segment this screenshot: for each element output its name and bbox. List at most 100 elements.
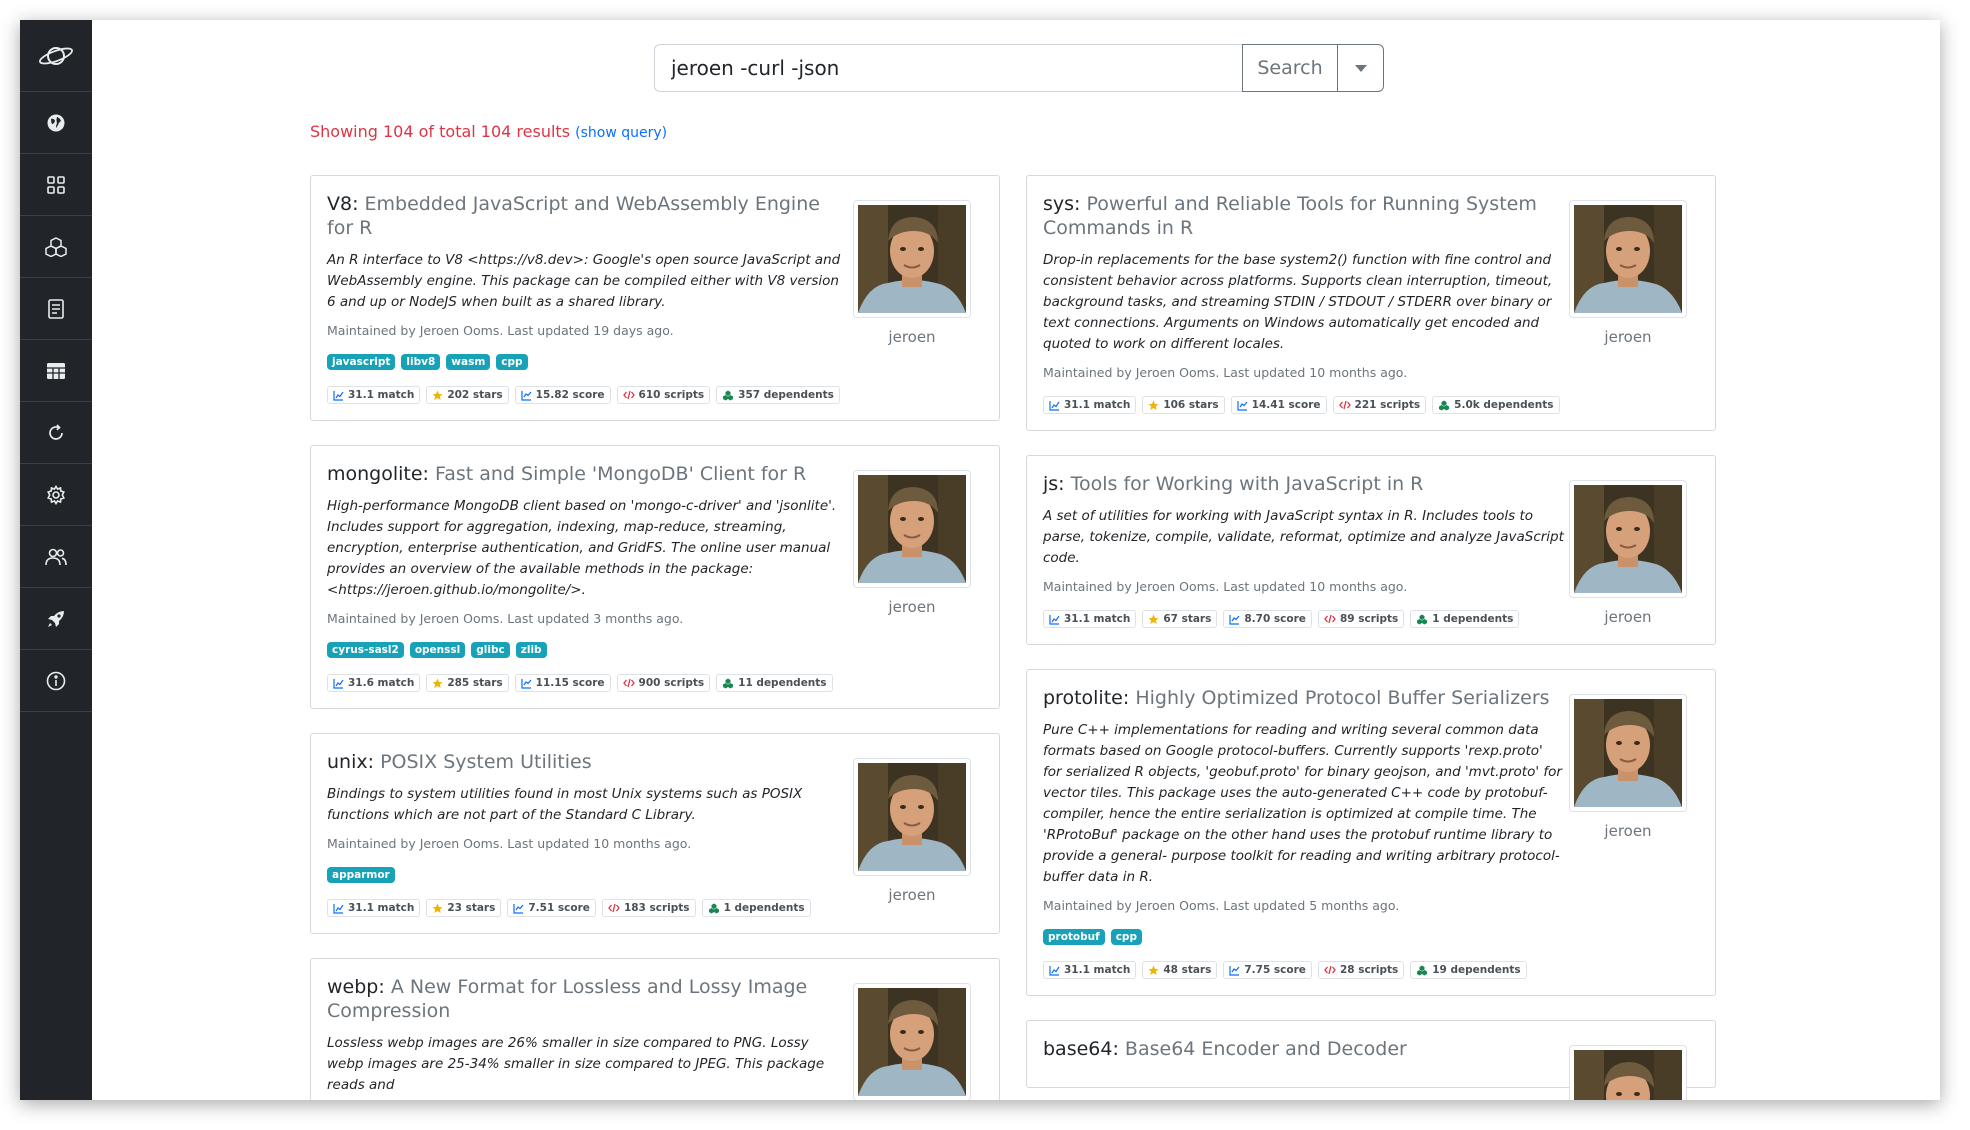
stat-match[interactable]: 31.1 match	[1043, 961, 1137, 979]
stat-scripts[interactable]: 221 scripts	[1332, 396, 1427, 414]
rocket-icon[interactable]	[20, 588, 92, 650]
maintainer-username[interactable]: jeroen	[853, 598, 971, 616]
package-maintainer: Maintained by Jeroen Ooms. Last updated …	[1043, 365, 1408, 380]
stat-scripts[interactable]: 610 scripts	[616, 386, 711, 404]
package-title[interactable]: A New Format for Lossless and Lossy Imag…	[327, 976, 807, 1022]
topic-tag[interactable]: protobuf	[1043, 929, 1105, 945]
package-name[interactable]: js:	[1043, 473, 1065, 495]
stat-scripts[interactable]: 28 scripts	[1317, 961, 1405, 979]
stat-match[interactable]: 31.1 match	[1043, 610, 1137, 628]
maintainer-username[interactable]: jeroen	[1569, 328, 1687, 346]
maintainer-username[interactable]: jeroen	[1569, 608, 1687, 626]
stat-score[interactable]: 7.75 score	[1223, 961, 1312, 979]
package-title[interactable]: Powerful and Reliable Tools for Running …	[1043, 193, 1537, 239]
avatar[interactable]	[853, 200, 971, 318]
info-icon[interactable]	[20, 650, 92, 712]
stat-stars[interactable]: 23 stars	[426, 899, 502, 917]
stat-dependents[interactable]: 11 dependents	[716, 674, 833, 692]
dependents-icon	[1438, 400, 1450, 411]
planet-logo-icon[interactable]	[20, 20, 92, 92]
dependents-icon	[708, 903, 720, 914]
topic-tag[interactable]: cpp	[1110, 929, 1142, 945]
stat-match[interactable]: 31.1 match	[327, 899, 421, 917]
stat-stars[interactable]: 67 stars	[1142, 610, 1218, 628]
topic-tag[interactable]: openssl	[409, 642, 466, 658]
search-button[interactable]: Search	[1242, 44, 1338, 92]
avatar[interactable]	[853, 983, 971, 1100]
stat-score[interactable]: 11.15 score	[514, 674, 611, 692]
avatar[interactable]	[1569, 480, 1687, 598]
maintainer-username[interactable]: jeroen	[853, 328, 971, 346]
topic-tag[interactable]: javascript	[327, 354, 396, 370]
maintainer-username[interactable]: jeroen	[1569, 822, 1687, 840]
search-options-dropdown[interactable]	[1338, 44, 1384, 92]
package-title[interactable]: Tools for Working with JavaScript in R	[1071, 473, 1424, 495]
package-name[interactable]: protolite:	[1043, 687, 1129, 709]
stat-match[interactable]: 31.1 match	[1043, 396, 1137, 414]
grid-icon[interactable]	[20, 154, 92, 216]
package-title[interactable]: POSIX System Utilities	[380, 751, 592, 773]
main-content: Search Showing 104 of total 104 results …	[92, 20, 1940, 1100]
topic-tag[interactable]: libv8	[401, 354, 441, 370]
avatar[interactable]	[853, 470, 971, 588]
stat-stars[interactable]: 48 stars	[1142, 961, 1218, 979]
stat-dependents[interactable]: 19 dependents	[1410, 961, 1527, 979]
topic-tag[interactable]: glibc	[471, 642, 510, 658]
package-name[interactable]: V8:	[327, 193, 359, 215]
avatar[interactable]	[1569, 1045, 1687, 1100]
refresh-icon[interactable]	[20, 402, 92, 464]
stat-stars[interactable]: 202 stars	[426, 386, 509, 404]
avatar[interactable]	[1569, 200, 1687, 318]
package-title[interactable]: Fast and Simple 'MongoDB' Client for R	[435, 463, 806, 485]
package-heading: V8: Embedded JavaScript and WebAssembly …	[327, 192, 849, 240]
chevron-down-icon	[1354, 64, 1367, 72]
package-title[interactable]: Highly Optimized Protocol Buffer Seriali…	[1135, 687, 1549, 709]
sidebar	[20, 20, 92, 1100]
score-icon	[521, 390, 532, 401]
stat-score[interactable]: 15.82 score	[514, 386, 611, 404]
code-icon	[608, 903, 620, 913]
search-input[interactable]	[654, 44, 1242, 92]
stat-value: 610 scripts	[638, 389, 705, 401]
stat-value: 1 dependents	[1432, 613, 1514, 625]
stat-dependents[interactable]: 357 dependents	[716, 386, 840, 404]
avatar[interactable]	[1569, 694, 1687, 812]
topic-tag[interactable]: cyrus-sasl2	[327, 642, 404, 658]
topic-tag[interactable]: wasm	[446, 354, 491, 370]
globe-icon[interactable]	[20, 92, 92, 154]
stat-dependents[interactable]: 5.0k dependents	[1432, 396, 1560, 414]
topic-tag[interactable]: cpp	[496, 354, 528, 370]
code-icon	[622, 678, 635, 688]
stat-dependents[interactable]: 1 dependents	[1410, 610, 1520, 628]
stat-scripts[interactable]: 900 scripts	[616, 674, 711, 692]
avatar[interactable]	[853, 758, 971, 876]
package-name[interactable]: base64:	[1043, 1038, 1119, 1060]
document-icon[interactable]	[20, 278, 92, 340]
users-icon[interactable]	[20, 526, 92, 588]
package-name[interactable]: unix:	[327, 751, 374, 773]
package-heading: base64: Base64 Encoder and Decoder	[1043, 1037, 1565, 1061]
table-icon[interactable]	[20, 340, 92, 402]
stat-stars[interactable]: 285 stars	[426, 674, 509, 692]
stat-score[interactable]: 14.41 score	[1230, 396, 1327, 414]
maintainer-avatar-box: jeroen	[853, 470, 971, 616]
show-query-link[interactable]: (show query)	[575, 125, 667, 141]
gear-icon[interactable]	[20, 464, 92, 526]
stat-scripts[interactable]: 89 scripts	[1317, 610, 1405, 628]
package-title[interactable]: Embedded JavaScript and WebAssembly Engi…	[327, 193, 820, 239]
packages-icon[interactable]	[20, 216, 92, 278]
stat-scripts[interactable]: 183 scripts	[601, 899, 696, 917]
stat-match[interactable]: 31.1 match	[327, 386, 421, 404]
topic-tag[interactable]: zlib	[515, 642, 547, 658]
package-name[interactable]: mongolite:	[327, 463, 429, 485]
package-title[interactable]: Base64 Encoder and Decoder	[1125, 1038, 1407, 1060]
topic-tag[interactable]: apparmor	[327, 867, 395, 883]
stat-dependents[interactable]: 1 dependents	[701, 899, 811, 917]
stat-score[interactable]: 8.70 score	[1223, 610, 1312, 628]
stat-score[interactable]: 7.51 score	[507, 899, 596, 917]
package-name[interactable]: webp:	[327, 976, 385, 998]
maintainer-username[interactable]: jeroen	[853, 886, 971, 904]
package-name[interactable]: sys:	[1043, 193, 1080, 215]
stat-match[interactable]: 31.6 match	[327, 674, 421, 692]
stat-stars[interactable]: 106 stars	[1142, 396, 1225, 414]
